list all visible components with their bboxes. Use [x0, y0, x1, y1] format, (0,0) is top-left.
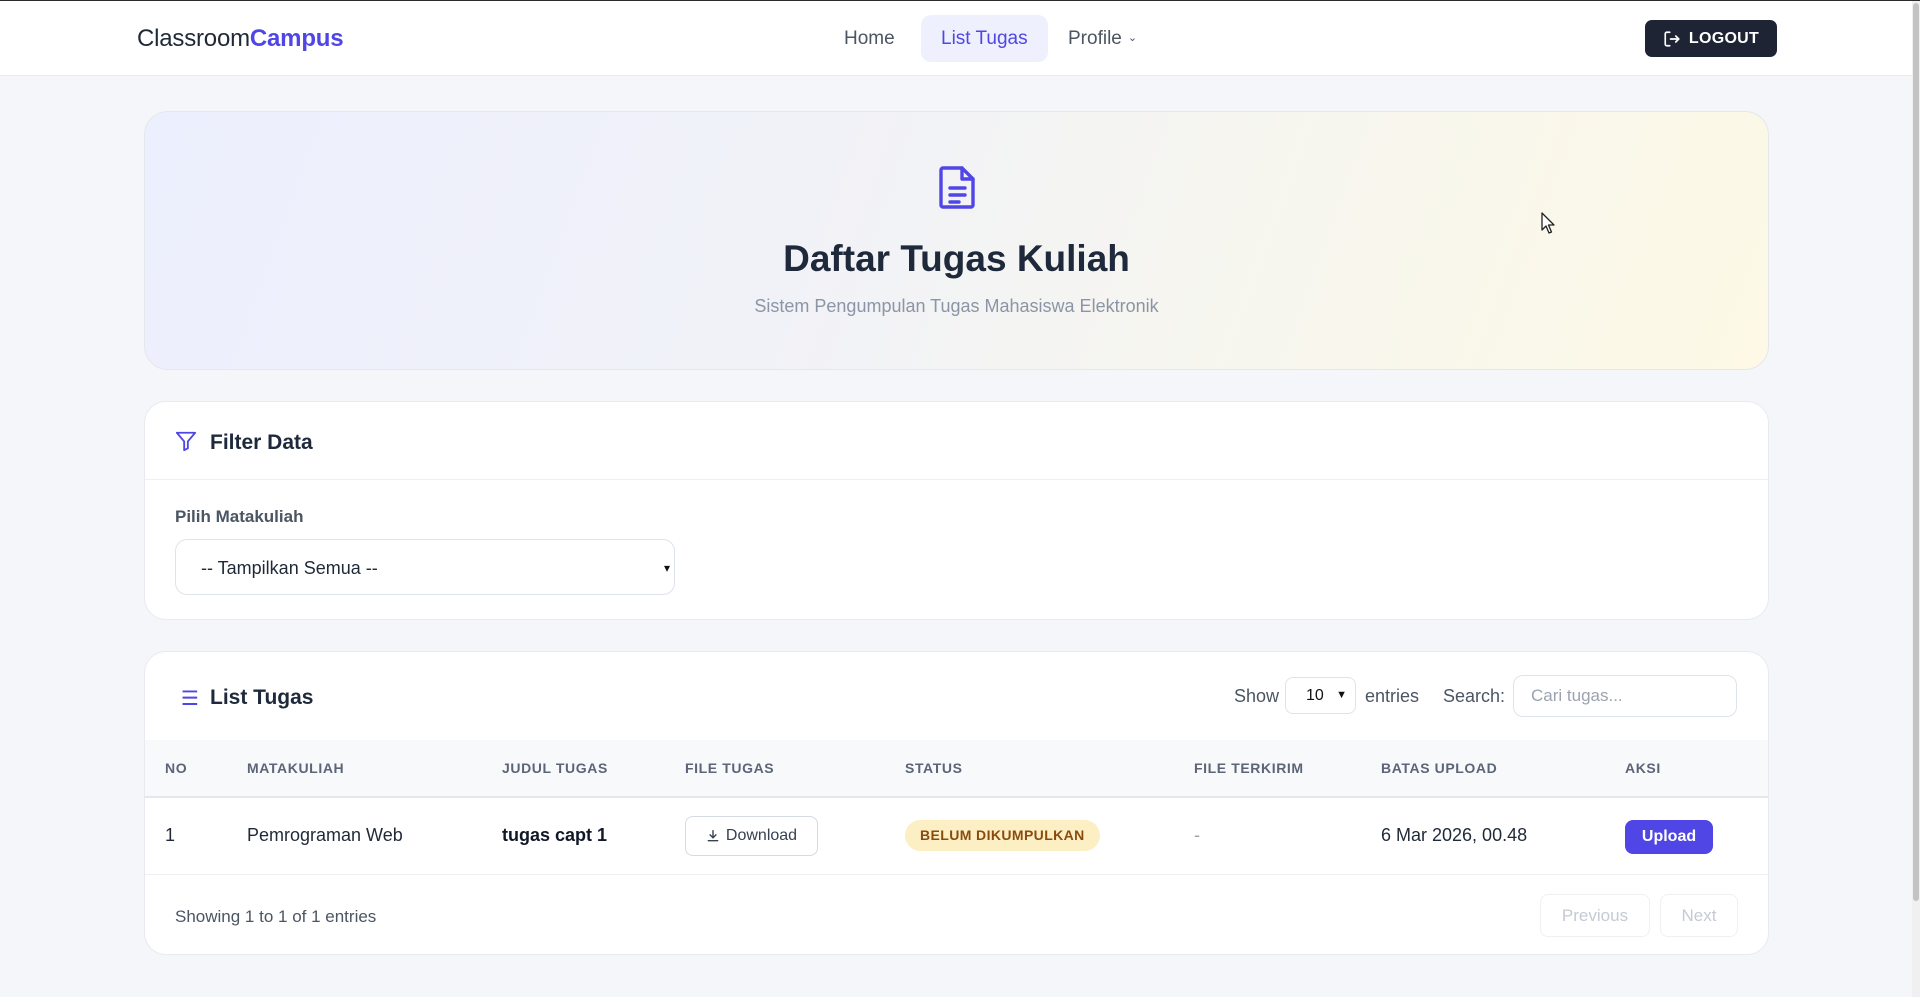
- search-label: Search:: [1443, 686, 1506, 706]
- download-label: Download: [725, 827, 798, 844]
- column-header[interactable]: JUDUL TUGAS: [502, 760, 608, 776]
- mouse-cursor-icon: [1541, 212, 1555, 234]
- page-subtitle: Sistem Pengumpulan Tugas Mahasiswa Elekt…: [754, 296, 1159, 316]
- previous-page-button[interactable]: Previous: [1540, 894, 1650, 937]
- page-title: Daftar Tugas Kuliah: [783, 238, 1130, 279]
- top-navbar: ClassroomCampus Home List Tugas Profile ⌄…: [0, 1, 1912, 76]
- download-icon: [707, 830, 719, 842]
- cell-batas-upload: 6 Mar 2026, 00.48: [1381, 825, 1528, 845]
- cell-file-terkirim: -: [1194, 825, 1200, 845]
- search-input[interactable]: Cari tugas...: [1513, 675, 1737, 717]
- brand-text-accent: Campus: [249, 25, 344, 52]
- document-icon: [939, 166, 975, 209]
- brand-logo[interactable]: ClassroomCampus: [137, 25, 344, 53]
- nav-profile-dropdown[interactable]: Profile ⌄: [1048, 15, 1157, 62]
- nav-home-link[interactable]: Home: [824, 15, 915, 62]
- upload-button[interactable]: Upload: [1625, 820, 1713, 854]
- chevron-down-icon: ▼: [1336, 689, 1347, 701]
- list-title: List Tugas: [210, 686, 314, 709]
- column-header[interactable]: FILE TUGAS: [685, 760, 774, 776]
- column-header[interactable]: NO: [165, 760, 187, 776]
- brand-text-primary: Classroom: [137, 25, 250, 52]
- pagination-info: Showing 1 to 1 of 1 entries: [175, 907, 377, 926]
- chevron-down-icon: ▾: [663, 561, 670, 575]
- page-size-select[interactable]: 10 ▼: [1285, 677, 1356, 714]
- scrollbar-thumb[interactable]: [1913, 3, 1919, 901]
- list-tugas-card: ☰ List Tugas Show 10 ▼ entries Search: C…: [144, 651, 1769, 955]
- download-button[interactable]: Download: [685, 816, 818, 856]
- show-label: Show: [1234, 686, 1280, 706]
- page-scrollbar[interactable]: [1912, 1, 1920, 997]
- filter-title: Filter Data: [210, 431, 313, 454]
- table-header: NO MATAKULIAH JUDUL TUGAS FILE TUGAS STA…: [145, 740, 1768, 798]
- chevron-down-icon: ⌄: [1127, 32, 1138, 45]
- nav-list-tugas-link[interactable]: List Tugas: [921, 15, 1048, 62]
- list-icon: ☰: [181, 688, 199, 710]
- entries-label: entries: [1365, 686, 1420, 706]
- hero-banner: Daftar Tugas Kuliah Sistem Pengumpulan T…: [144, 111, 1769, 370]
- filter-icon: [175, 431, 197, 452]
- logout-icon: [1664, 30, 1680, 47]
- column-header[interactable]: MATAKULIAH: [247, 760, 344, 776]
- column-header[interactable]: AKSI: [1625, 760, 1661, 776]
- table-row: 1 Pemrograman Web tugas capt 1 Download …: [145, 798, 1768, 875]
- status-badge: BELUM DIKUMPULKAN: [905, 820, 1100, 851]
- column-header[interactable]: BATAS UPLOAD: [1381, 760, 1497, 776]
- page-size-value: 10: [1306, 687, 1324, 704]
- filter-card: Filter Data Pilih Matakuliah -- Tampilka…: [144, 401, 1769, 620]
- next-page-button[interactable]: Next: [1660, 894, 1738, 937]
- cell-judul-tugas: tugas capt 1: [502, 825, 608, 845]
- cell-matakuliah: Pemrograman Web: [247, 825, 403, 845]
- filter-divider: [145, 479, 1768, 480]
- matakuliah-label: Pilih Matakuliah: [175, 507, 304, 526]
- cell-no: 1: [165, 825, 176, 845]
- column-header[interactable]: STATUS: [905, 760, 963, 776]
- nav-profile-label: Profile: [1068, 28, 1122, 49]
- logout-label: LOGOUT: [1688, 29, 1760, 47]
- matakuliah-select[interactable]: -- Tampilkan Semua -- ▾: [175, 539, 675, 595]
- logout-button[interactable]: LOGOUT: [1645, 20, 1777, 57]
- column-header[interactable]: FILE TERKIRIM: [1194, 760, 1304, 776]
- matakuliah-selected-value: -- Tampilkan Semua --: [201, 558, 378, 578]
